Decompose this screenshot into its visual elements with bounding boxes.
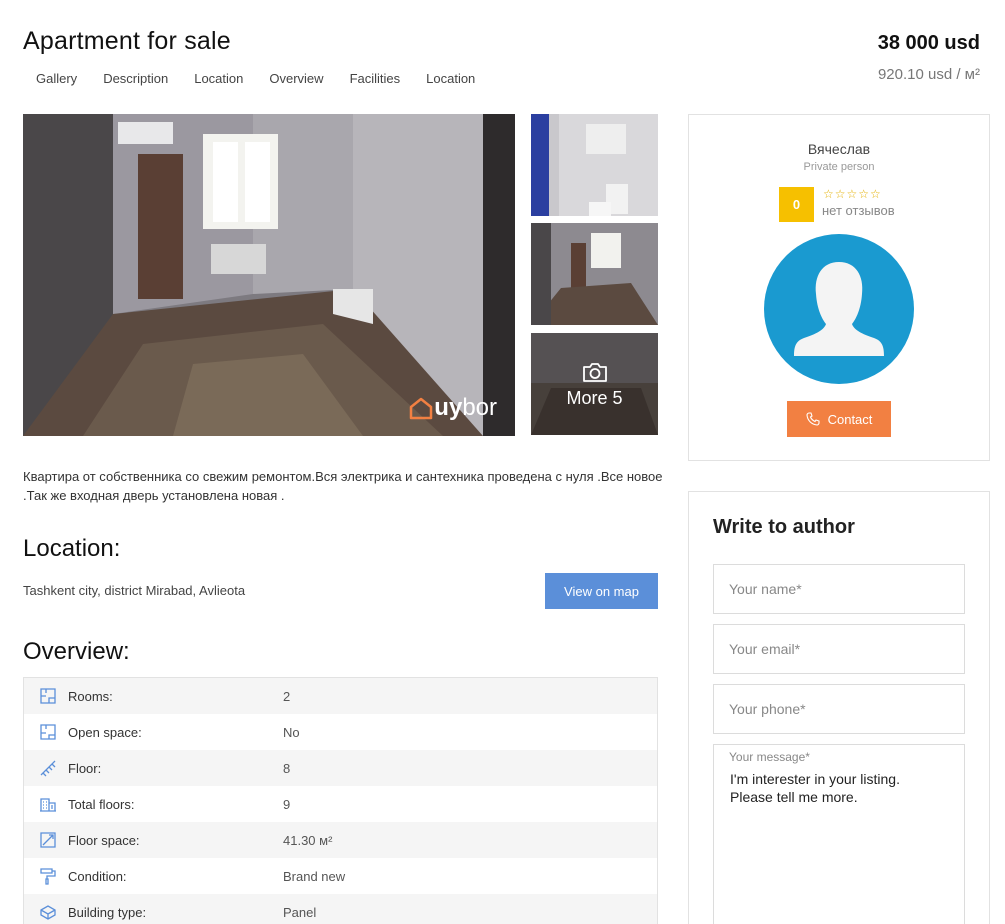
- contact-button-label: Contact: [827, 411, 873, 427]
- area-icon: [24, 831, 68, 849]
- email-input[interactable]: [713, 624, 965, 674]
- thumbnail-more[interactable]: More 5: [531, 333, 658, 435]
- tab-description[interactable]: Description: [90, 70, 181, 88]
- tab-location[interactable]: Location: [181, 70, 256, 88]
- room-photo: [23, 114, 515, 436]
- more-photos-label: More 5: [566, 387, 623, 408]
- phone-icon: [806, 412, 820, 426]
- author-name: Вячеслав: [807, 141, 871, 157]
- camera-icon: [582, 362, 607, 382]
- tab-facilities[interactable]: Facilities: [337, 70, 414, 88]
- section-tabs: Gallery Description Location Overview Fa…: [23, 70, 488, 88]
- room-photo-2: [531, 223, 658, 325]
- overview-heading: Overview:: [23, 638, 130, 665]
- floor-plan-icon: [24, 687, 68, 705]
- overview-row: Building type: Panel: [24, 894, 657, 924]
- rating-stars-icon: ☆☆☆☆☆: [823, 187, 882, 201]
- reviews-count[interactable]: нет отзывов: [822, 203, 895, 218]
- tab-gallery[interactable]: Gallery: [23, 70, 90, 88]
- location-heading: Location:: [23, 535, 121, 562]
- overview-row: Open space: No: [24, 714, 657, 750]
- phone-input[interactable]: [713, 684, 965, 734]
- stairs-icon: [24, 759, 68, 777]
- write-to-author-title: Write to author: [713, 516, 855, 538]
- overview-row: Rooms: 2: [24, 678, 657, 714]
- author-card: Вячеслав Private person 0 ☆☆☆☆☆ нет отзы…: [688, 114, 990, 461]
- avatar: [764, 234, 914, 384]
- thumbnail-1[interactable]: [531, 114, 658, 216]
- description-text: Квартира от собственника со свежим ремон…: [23, 469, 663, 503]
- page-title: Apartment for sale: [23, 27, 231, 55]
- paint-roller-icon: [24, 867, 68, 885]
- price-per-sqm: 920.10 usd / м²: [877, 66, 980, 83]
- uybor-logo: uy bor: [408, 394, 497, 422]
- brick-icon: [24, 903, 68, 921]
- more-photos-overlay[interactable]: More 5: [531, 333, 658, 435]
- overview-table: Rooms: 2 Open space: No Floor: 8 Total f…: [23, 677, 658, 924]
- rating-badge: 0: [779, 187, 814, 222]
- user-silhouette-icon: [794, 262, 884, 356]
- house-logo-icon: [410, 397, 433, 420]
- building-icon: [24, 795, 68, 813]
- overview-row: Total floors: 9: [24, 786, 657, 822]
- price: 38 000 usd: [877, 32, 980, 54]
- bathroom-photo: [531, 114, 658, 216]
- author-type: Private person: [803, 161, 875, 173]
- overview-row: Floor: 8: [24, 750, 657, 786]
- view-on-map-button[interactable]: View on map: [545, 573, 658, 609]
- main-photo[interactable]: uy bor: [23, 114, 515, 436]
- message-text[interactable]: I'm interester in your listing. Please t…: [730, 770, 954, 806]
- name-input[interactable]: [713, 564, 965, 614]
- overview-row: Condition: Brand new: [24, 858, 657, 894]
- overview-row: Floor space: 41.30 м²: [24, 822, 657, 858]
- tab-location-2[interactable]: Location: [413, 70, 488, 88]
- contact-button[interactable]: Contact: [787, 401, 891, 437]
- tab-overview[interactable]: Overview: [256, 70, 336, 88]
- message-textarea[interactable]: Your message* I'm interester in your lis…: [713, 744, 965, 924]
- thumbnail-2[interactable]: [531, 223, 658, 325]
- write-to-author-card: Write to author Your message* I'm intere…: [688, 491, 990, 924]
- message-label: Your message*: [729, 750, 810, 764]
- open-space-icon: [24, 723, 68, 741]
- address-text: Tashkent city, district Mirabad, Avlieot…: [23, 583, 246, 598]
